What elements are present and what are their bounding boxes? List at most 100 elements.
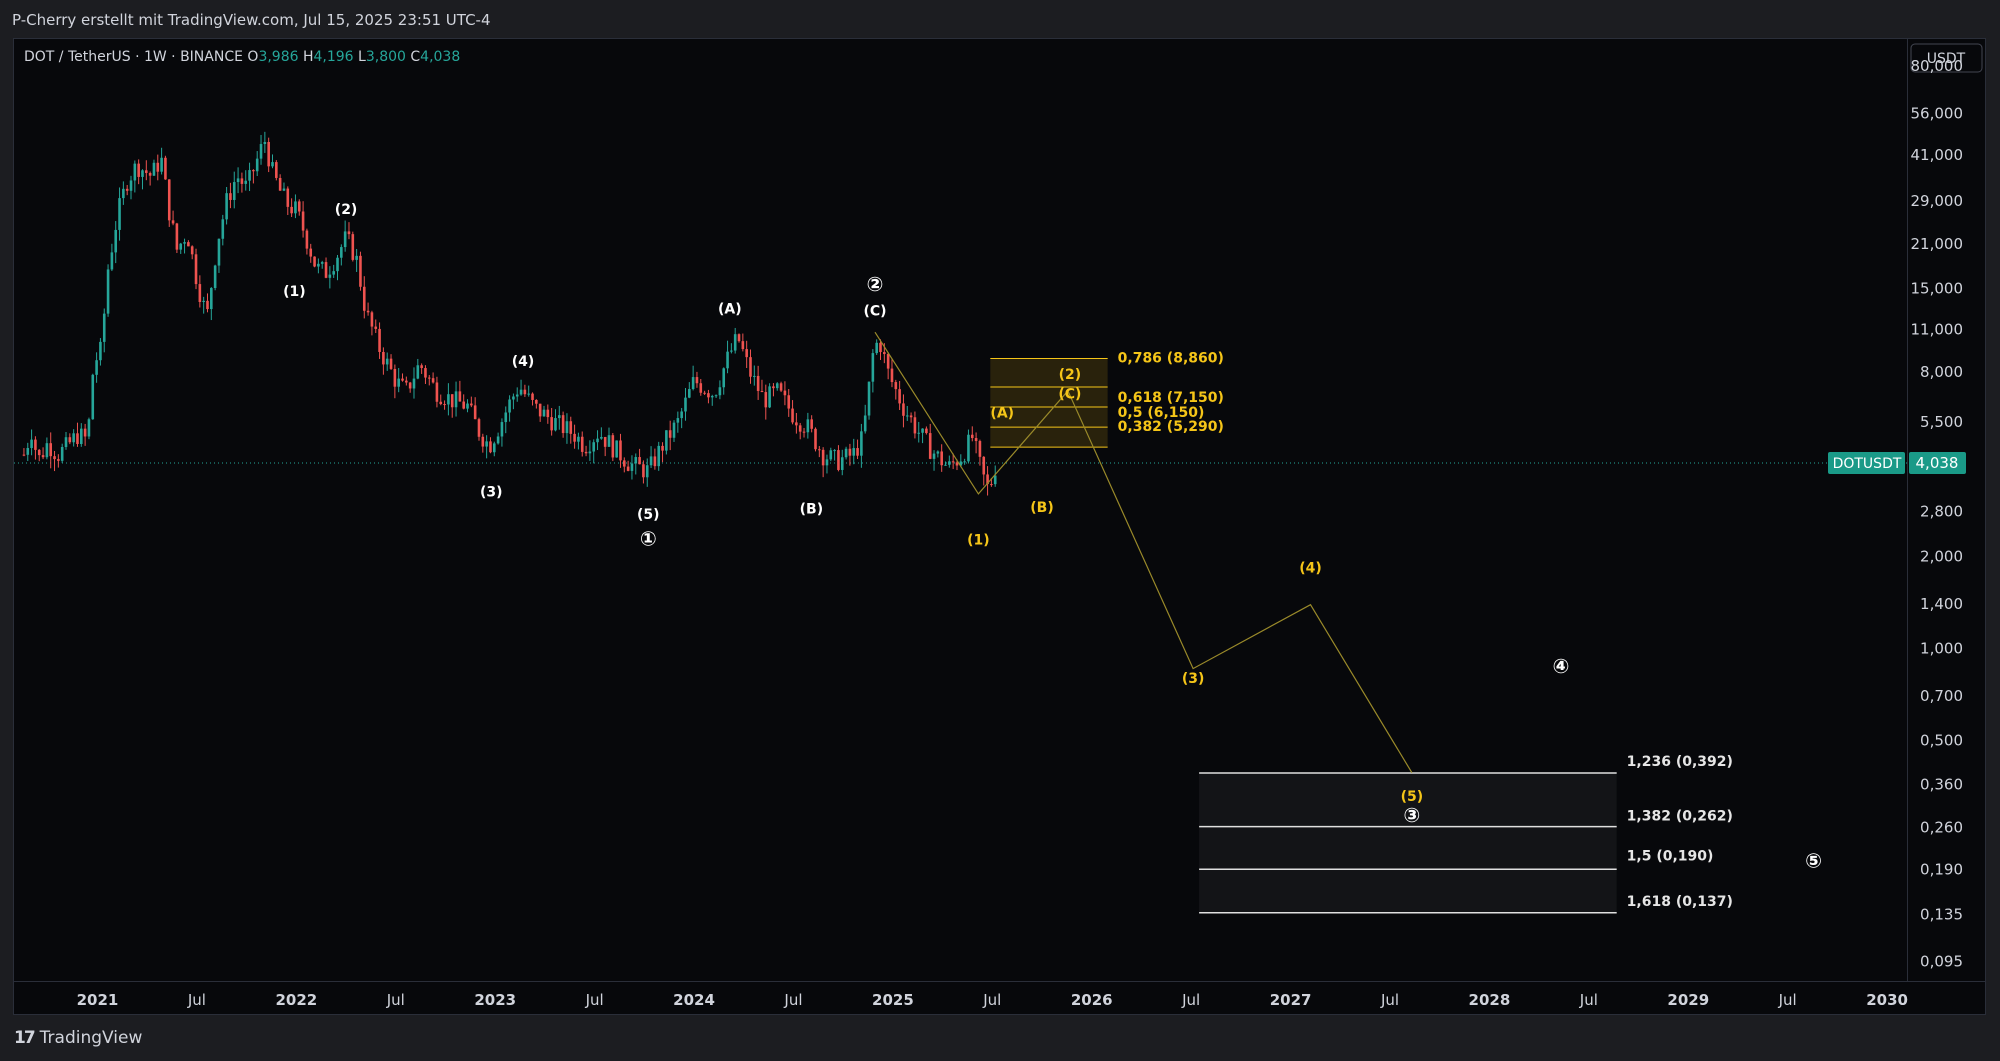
x-tick-label: 2021 <box>77 991 119 1009</box>
candle-body <box>603 437 607 447</box>
candle-body <box>860 431 863 456</box>
candle-body <box>470 403 473 406</box>
x-tick-label: Jul <box>1579 991 1598 1009</box>
chart-canvas[interactable]: USDT80,00056,00041,00029,00021,00015,000… <box>14 39 1985 1014</box>
x-tick-label: 2025 <box>872 991 914 1009</box>
candle-body <box>833 450 836 452</box>
y-tick-label: 0,135 <box>1920 906 1963 924</box>
candle-body <box>680 411 683 419</box>
candle-body <box>695 377 699 384</box>
candle-body <box>527 393 531 395</box>
fib-extension-label: 1,236 (0,392) <box>1627 754 1733 770</box>
candle-body <box>305 230 309 249</box>
candle-body <box>129 180 133 191</box>
x-tick-label: Jul <box>982 991 1001 1009</box>
candle-body <box>72 433 75 443</box>
candle-body <box>538 403 542 417</box>
wave-label: (C) <box>863 304 886 320</box>
wave-label: (C) <box>1058 387 1081 403</box>
fib-extension-label: 1,618 (0,137) <box>1627 894 1733 910</box>
candle-body <box>91 374 95 420</box>
candle-body <box>737 334 741 342</box>
x-tick-label: Jul <box>1181 991 1200 1009</box>
candle-body <box>745 349 748 358</box>
y-tick-label: 0,260 <box>1920 819 1963 837</box>
candle-body <box>672 422 676 438</box>
candle-body <box>297 201 301 212</box>
y-tick-label: 1,400 <box>1920 595 1963 613</box>
candle-body <box>829 450 833 460</box>
y-tick-label: 2,000 <box>1920 547 1963 565</box>
candle-body <box>30 439 33 449</box>
candle-body <box>665 430 668 451</box>
x-tick-label: 2023 <box>474 991 516 1009</box>
candle-body <box>236 178 240 183</box>
candle-body <box>963 461 966 463</box>
candle-body <box>290 206 293 214</box>
candle-body <box>622 460 626 467</box>
candle-body <box>879 342 882 353</box>
x-tick-label: Jul <box>1380 991 1399 1009</box>
candle-body <box>435 382 439 402</box>
candle-body <box>645 465 649 478</box>
candle-body <box>137 163 140 177</box>
top-bar: P-Cherry erstellt mit TradingView.com, J… <box>0 0 2000 38</box>
candle-body <box>840 457 844 470</box>
candle-body <box>328 274 332 278</box>
candle-body <box>940 451 943 466</box>
chart-frame[interactable]: USDT 80,000 56,000 41,000 29,000 21,000 15,000… <box>13 38 1986 1015</box>
tradingview-brand-label: TradingView <box>39 1028 143 1048</box>
tradingview-brand[interactable]: 17 TradingView <box>14 1028 142 1048</box>
candle-body <box>818 449 821 451</box>
candle-body <box>462 401 465 409</box>
candle-body <box>634 457 638 464</box>
candle-body <box>213 265 217 289</box>
candle-body <box>355 255 358 260</box>
candle-body <box>760 390 764 393</box>
candle-body <box>45 443 49 458</box>
wave-label: (A) <box>990 406 1014 422</box>
candle-body <box>485 441 488 447</box>
candle-body <box>948 461 951 465</box>
candle-body <box>343 231 347 248</box>
candle-body <box>993 475 997 485</box>
candle-body <box>76 433 79 444</box>
candle-body <box>592 442 596 452</box>
candle-body <box>557 415 561 419</box>
candle-body <box>661 445 664 451</box>
candle-body <box>569 421 573 434</box>
y-tick-label: 80,000 <box>1911 57 1964 75</box>
candle-body <box>267 141 270 167</box>
candle-body <box>619 440 622 461</box>
candle-body <box>504 412 508 423</box>
candle-body <box>80 428 83 444</box>
candle-body <box>454 391 458 408</box>
candle-body <box>439 401 443 405</box>
candle-body <box>466 403 469 409</box>
y-tick-label: 0,360 <box>1920 775 1963 793</box>
fib-extension-label: 1,5 (0,190) <box>1627 848 1714 864</box>
y-tick-label: 21,000 <box>1911 235 1964 253</box>
candle-body <box>798 425 802 432</box>
x-tick-label: Jul <box>783 991 802 1009</box>
candle-body <box>309 248 313 257</box>
candle-body <box>443 404 446 406</box>
candle-body <box>814 428 817 450</box>
candle-body <box>756 375 760 391</box>
candle-body <box>317 263 320 267</box>
x-tick-label: Jul <box>187 991 206 1009</box>
candle-body <box>967 434 970 462</box>
candle-body <box>458 391 462 402</box>
candle-body <box>389 358 393 369</box>
y-tick-label: 2,800 <box>1920 503 1963 521</box>
candle-body <box>198 284 202 303</box>
candle-body <box>106 269 110 314</box>
candle-body <box>382 351 385 365</box>
candle-body <box>221 219 225 239</box>
candle-body <box>921 428 924 433</box>
candle-body <box>210 288 213 310</box>
candle-body <box>699 383 703 393</box>
candle-body <box>229 193 232 200</box>
candle-body <box>183 242 186 244</box>
candle-body <box>844 448 848 458</box>
